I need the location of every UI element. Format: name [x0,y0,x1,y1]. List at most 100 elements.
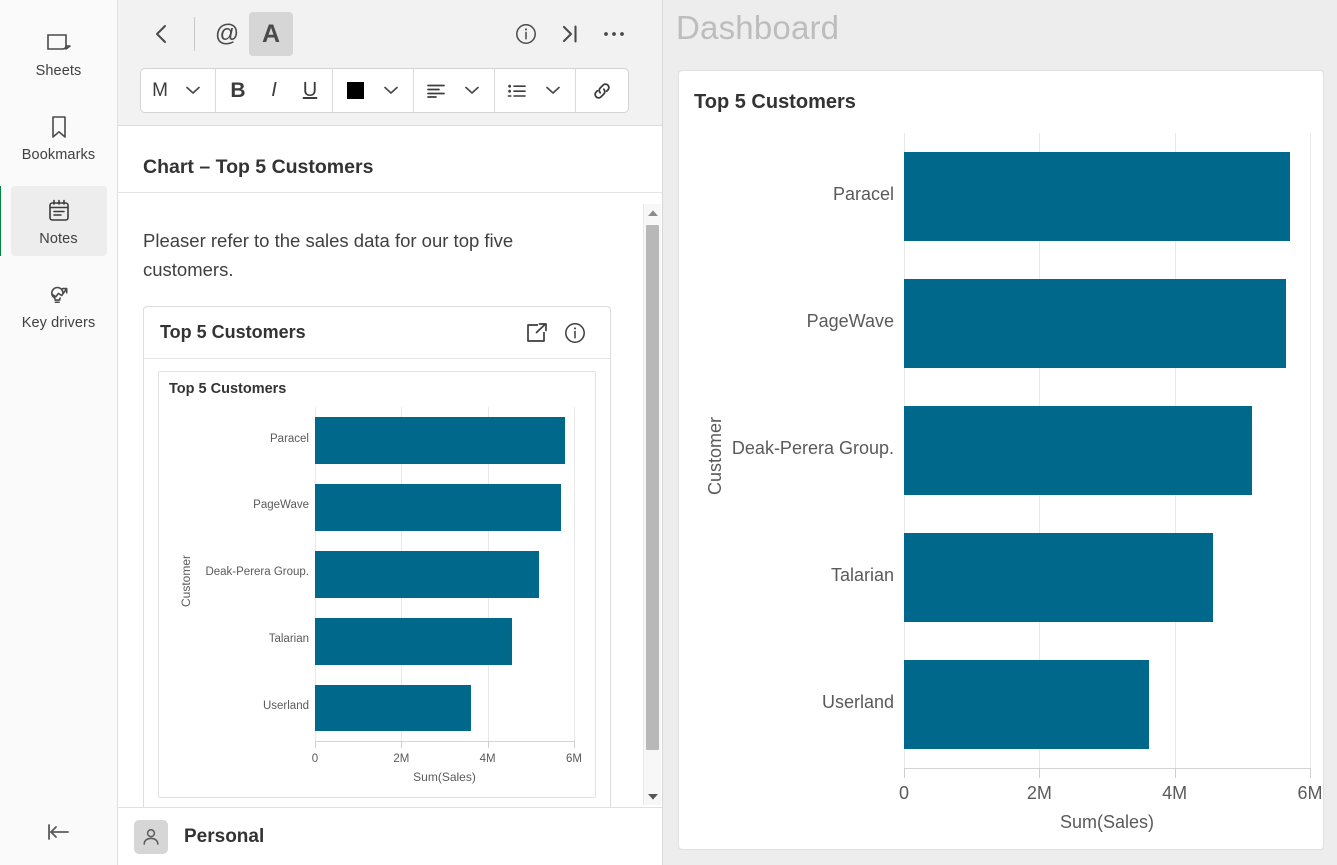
chart-category-label: Userland [262,699,309,712]
note-paragraph: Pleaser refer to the sales data for our … [143,230,514,281]
notes-panel: @ A M B I U Chart – Top 5 Customers Plea… [118,0,663,865]
more-options-button[interactable] [592,12,636,56]
text-format-button[interactable]: A [249,12,293,56]
format-toolbar-group: M B I U [140,68,629,113]
text-align-group [414,69,495,112]
key-drivers-icon [11,280,107,310]
chart-x-axis-line [315,741,574,743]
chart-x-tick-label: 0 [898,783,909,803]
chart-category-label: Paracel [832,183,894,204]
embedded-chart-title: Top 5 Customers [160,322,306,343]
chart-tick-mark [904,768,905,778]
sidebar-item-label: Key drivers [21,315,96,331]
italic-button[interactable]: I [256,69,292,112]
personal-footer[interactable]: Personal [118,807,662,865]
chart-bar[interactable] [904,152,1291,241]
mini-chart-title: Top 5 Customers [169,381,287,398]
chart-x-axis-line [904,768,1310,769]
chart-tick-mark [1039,768,1041,778]
chevron-left-icon [156,25,166,43]
collapse-left-icon[interactable] [0,809,118,855]
note-title: Chart – Top 5 Customers [118,126,662,193]
text-align-left-icon[interactable] [418,69,454,112]
chart-category-label: Userland [821,691,894,712]
chart-x-axis-title: Sum(Sales) [1059,812,1155,832]
sidebar-item-bookmarks[interactable]: Bookmarks [11,102,107,172]
chart-category-label: PageWave [806,310,894,331]
text-color-chevron-down-icon[interactable] [373,69,409,112]
chart-x-tick-label: 4M [1162,783,1188,803]
embedded-chart-card[interactable]: Top 5 Customers Top 5 Customers Paracel … [143,306,611,814]
chart-tick-mark [315,741,316,749]
notes-scrollbar-thumb[interactable] [646,225,659,750]
text-align-chevron-down-icon[interactable] [454,69,490,112]
info-circle-icon [516,24,536,44]
embedded-bar-chart[interactable]: Top 5 Customers Paracel PageWave Deak-Pere… [158,371,596,799]
left-icon-rail: Sheets Bookmarks Notes Key drivers [0,0,118,865]
chart-bar[interactable] [315,684,472,732]
text-style-group: B I U [216,69,333,112]
chart-bar[interactable] [904,660,1149,749]
font-size-chevron-down-icon[interactable] [175,69,211,112]
link-group [576,69,628,112]
sidebar-item-key-drivers[interactable]: Key drivers [11,270,107,340]
bullet-list-icon[interactable] [499,69,535,112]
bullet-list-group [495,69,576,112]
notes-toolbar-format-row: M B I U [118,68,662,113]
export-icon[interactable] [518,314,556,352]
chart-category-label: Paracel [270,432,309,445]
mention-button[interactable]: @ [205,12,249,56]
collapse-right-button[interactable] [548,12,592,56]
scroll-down-arrow-icon[interactable] [644,788,661,805]
embedded-info-icon[interactable] [556,314,594,352]
sidebar-item-sheets[interactable]: Sheets [11,18,107,88]
notes-toolbar-primary-row: @ A [118,0,662,68]
toolbar-divider [194,17,195,51]
sheets-icon [11,28,107,58]
underline-button[interactable]: U [292,69,328,112]
font-size-button[interactable]: M [145,69,175,112]
chart-category-label: PageWave [253,499,309,512]
chart-x-tick-label: 2M [1026,783,1052,803]
chart-tick-mark [487,741,489,749]
chart-x-tick-label: 6M [1297,783,1323,803]
dashboard-chart-card[interactable]: Top 5 Customers Paracel PageWave Deak-Pere… [678,70,1324,850]
dashboard-chart-title: Top 5 Customers [694,91,856,113]
chart-bar[interactable] [315,617,512,665]
bullet-list-chevron-down-icon[interactable] [535,69,571,112]
chart-x-tick-label: 6M [566,753,582,766]
chart-y-axis-title: Customer [179,555,193,608]
app-root: Sheets Bookmarks Notes Key drivers @ A M… [0,0,1337,865]
font-size-group: M [141,69,216,112]
chart-gridline [1310,133,1311,768]
chart-bar[interactable] [315,417,566,465]
personal-label: Personal [184,825,265,847]
sidebar-item-label: Bookmarks [21,147,96,163]
chart-bar[interactable] [904,533,1213,622]
sidebar-item-label: Notes [39,231,78,247]
back-button[interactable] [140,12,184,56]
chart-bar[interactable] [904,406,1252,495]
info-button[interactable] [504,12,548,56]
link-icon[interactable] [580,69,624,112]
notes-scrollbar[interactable] [643,204,661,805]
text-color-swatch[interactable] [337,69,373,112]
collapse-right-icon [562,25,577,43]
bookmark-icon [11,112,107,142]
page-title: Dashboard [676,9,840,46]
chart-category-label: Deak-Perera Group. [731,437,894,458]
text-color-group [333,69,414,112]
notes-icon [11,196,107,226]
chart-bar[interactable] [315,551,539,598]
chart-x-tick-label: 2M [393,753,410,766]
chart-category-label: Deak-Perera Group. [205,566,309,579]
chart-tick-mark [1174,768,1176,778]
note-scroll-content: Pleaser refer to the sales data for our … [118,204,631,865]
notes-scrollbar-track[interactable] [644,221,661,788]
embedded-chart-body: Top 5 Customers Paracel PageWave Deak-Pere… [144,359,610,812]
bold-button[interactable]: B [220,69,256,112]
scroll-up-arrow-icon[interactable] [644,204,661,221]
sidebar-item-notes[interactable]: Notes [0,186,107,256]
chart-bar[interactable] [315,484,562,531]
chart-bar[interactable] [904,279,1287,368]
